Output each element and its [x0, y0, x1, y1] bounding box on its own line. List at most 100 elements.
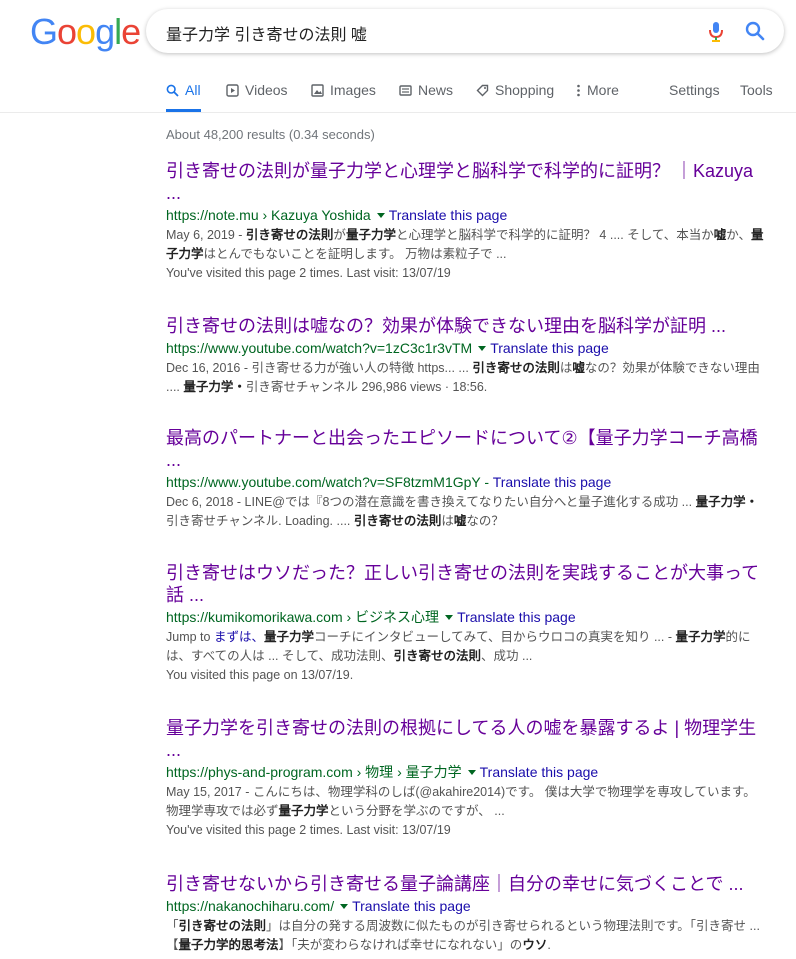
- snippet-text: Dec 6, 2018 - LINE@では『8つの潜在意識を書き換えてなりたい自…: [166, 495, 696, 509]
- snippet-text: なの？効果が体験できない: [584, 361, 735, 375]
- result-url-text[interactable]: https://phys-and-program.com › 物理 › 量子力学: [166, 764, 462, 780]
- snippet-highlight: 嘘: [713, 228, 727, 242]
- snippet-text: 的: [725, 630, 739, 644]
- snippet-text: はとんでもないことを証明します。 万物は素粒子で ...: [203, 247, 507, 261]
- result-url: https://www.youtube.com/watch?v=SF8tzmM1…: [166, 473, 770, 491]
- tab-label: Videos: [245, 82, 288, 98]
- result-title-link[interactable]: 引き寄せの法則は嘘なの？効果が体験できない理由を脳科学が証明 ...: [166, 315, 770, 337]
- google-logo[interactable]: Google: [30, 11, 141, 52]
- tab-label: News: [418, 82, 454, 98]
- snippet-text: は: [441, 514, 454, 528]
- result-url: https://www.youtube.com/watch?v=1zC3c1r3…: [166, 339, 770, 357]
- snippet-highlight: 引き寄せの法則: [393, 649, 482, 663]
- result-url-text[interactable]: https://nakanochiharu.com/: [166, 898, 334, 914]
- dropdown-arrow-icon[interactable]: [376, 212, 385, 218]
- logo-letter: o: [76, 11, 96, 52]
- snippet-text: という分野を学ぶのですが、 ...: [328, 804, 505, 818]
- search-input[interactable]: 量子力学 引き寄せの法則 嘘: [166, 21, 367, 45]
- snippet-text: Dec 16, 2016 - 引き寄せる力が強い人の特徴 https... ..…: [166, 361, 473, 375]
- result-url: https://nakanochiharu.com/Translate this…: [166, 897, 770, 915]
- visit-history: You visited this page on 13/07/19.: [166, 668, 354, 682]
- result-title-link[interactable]: 量子力学を引き寄せの法則の根拠にしてる人の嘘を暴露するよ | 物理学生 ...: [166, 717, 770, 761]
- tab-settings[interactable]: Settings: [669, 82, 720, 112]
- result-snippet: May 6, 2019 - 引き寄せの法則が量子力学と心理学と脳科学で科学的に証…: [166, 226, 770, 264]
- tab-shopping[interactable]: Shopping: [476, 82, 554, 112]
- snippet-highlight: 学・: [733, 495, 759, 509]
- result-url: https://phys-and-program.com › 物理 › 量子力学…: [166, 763, 770, 781]
- jump-to-link[interactable]: まずは、: [214, 630, 264, 644]
- tab-videos[interactable]: Videos: [226, 82, 288, 112]
- translate-link[interactable]: Translate this page: [493, 474, 612, 490]
- dropdown-arrow-icon[interactable]: [340, 903, 349, 909]
- snippet-highlight: 量子力学: [263, 630, 314, 644]
- tag-icon: [476, 84, 489, 97]
- tab-label: All: [185, 82, 201, 98]
- search-box[interactable]: 量子力学 引き寄せの法則 嘘: [146, 9, 784, 53]
- result-snippet: Dec 16, 2016 - 引き寄せる力が強い人の特徴 https... ..…: [166, 359, 770, 397]
- dropdown-arrow-icon[interactable]: [478, 345, 487, 351]
- tab-tools[interactable]: Tools: [740, 82, 773, 112]
- result-url-text[interactable]: https://kumikomorikawa.com › ビジネス心理: [166, 609, 439, 625]
- snippet-highlight: 嘘: [572, 361, 585, 375]
- microphone-icon[interactable]: [706, 21, 726, 43]
- tab-label: Tools: [740, 82, 773, 98]
- result-snippet: May 15, 2017 - こんにちは、物理学科のしば(@akahire201…: [166, 783, 770, 821]
- snippet-highlight: 量子力学: [345, 228, 396, 242]
- translate-link[interactable]: Translate this page: [480, 764, 599, 780]
- search-tabs: All Videos Images News Shopping More Set…: [156, 78, 796, 112]
- snippet-highlight: 量子力学: [178, 938, 229, 952]
- result-title-link[interactable]: 引き寄せないから引き寄せる量子論講座｜自分の幸せに気づくことで ...: [166, 873, 770, 895]
- translate-link[interactable]: Translate this page: [352, 898, 471, 914]
- result-url-text[interactable]: https://www.youtube.com/watch?v=SF8tzmM1…: [166, 474, 481, 490]
- result-url-text[interactable]: https://www.youtube.com/watch?v=1zC3c1r3…: [166, 340, 472, 356]
- tab-more[interactable]: More: [576, 82, 619, 112]
- snippet-text: 】「夫が変わらなければ幸せになれない」の: [278, 938, 523, 952]
- result-title-link[interactable]: 引き寄せの法則が量子力学と心理学と脳科学で科学的に証明？ ｜Kazuya ...: [166, 160, 770, 204]
- search-icon[interactable]: [744, 20, 766, 42]
- search-result: 引き寄せの法則は嘘なの？効果が体験できない理由を脳科学が証明 ... https…: [166, 315, 770, 397]
- search-result: 引き寄せはウソだった？正しい引き寄せの法則を実践することが大事って話 ... h…: [166, 562, 770, 685]
- tab-label: More: [587, 82, 619, 98]
- tab-label: Settings: [669, 82, 720, 98]
- logo-letter: e: [121, 11, 141, 52]
- visit-history: You've visited this page 2 times. Last v…: [166, 266, 451, 280]
- snippet-highlight: 引き寄せの法則: [178, 919, 267, 933]
- tab-images[interactable]: Images: [311, 82, 376, 112]
- video-icon: [226, 84, 239, 97]
- news-icon: [399, 85, 412, 96]
- result-title-link[interactable]: 引き寄せはウソだった？正しい引き寄せの法則を実践することが大事って話 ...: [166, 562, 770, 606]
- search-result: 引き寄せの法則が量子力学と心理学と脳科学で科学的に証明？ ｜Kazuya ...…: [166, 160, 770, 283]
- snippet-highlight: 引き寄せの法則: [245, 228, 334, 242]
- dropdown-arrow-icon[interactable]: [445, 614, 454, 620]
- snippet-highlight: 嘘: [453, 514, 467, 528]
- translate-link[interactable]: Translate this page: [490, 340, 609, 356]
- logo-letter: o: [57, 11, 77, 52]
- snippet-text: は: [559, 361, 573, 375]
- snippet-text: 「: [166, 919, 179, 933]
- image-icon: [311, 84, 324, 97]
- result-url: https://note.mu › Kazuya Yoshida Translat…: [166, 206, 770, 224]
- dropdown-arrow-icon[interactable]: [467, 769, 476, 775]
- result-snippet: Jump to まずは、量子力学コーチにインタビューしてみて、目からウロコの真実…: [166, 628, 770, 666]
- snippet-text: か、: [726, 228, 751, 242]
- translate-link[interactable]: Translate this page: [457, 609, 576, 625]
- snippet-highlight: 量子力学・: [183, 380, 246, 394]
- snippet-text: Jump to: [166, 630, 214, 644]
- result-url: https://kumikomorikawa.com › ビジネス心理 Trans…: [166, 608, 770, 626]
- snippet-text: なの？: [466, 514, 504, 528]
- separator: -: [480, 474, 493, 490]
- snippet-text: と心理学と脳科学で科学的に証明？ 4 .... そして、本当か: [395, 228, 714, 242]
- snippet-text: 引き寄せチャンネル 296,986 views · 18:56.: [245, 380, 488, 394]
- tab-news[interactable]: News: [399, 82, 453, 112]
- result-url-text[interactable]: https://note.mu › Kazuya Yoshida: [166, 207, 371, 223]
- search-result: 量子力学を引き寄せの法則の根拠にしてる人の嘘を暴露するよ | 物理学生 ... …: [166, 717, 770, 840]
- snippet-text: .: [547, 938, 551, 952]
- tab-all[interactable]: All: [166, 82, 201, 112]
- translate-link[interactable]: Translate this page: [389, 207, 508, 223]
- result-title-link[interactable]: 最高のパートナーと出会ったエピソードについて②【量子力学コーチ高橋 ...: [166, 427, 770, 471]
- more-vert-icon: [577, 84, 580, 97]
- header: Google 量子力学 引き寄せの法則 嘘 All Videos Images …: [0, 0, 796, 113]
- snippet-highlight: 引き寄せの法則: [472, 361, 560, 375]
- snippet-highlight: 量子力学: [675, 630, 726, 644]
- logo-letter: G: [30, 11, 58, 52]
